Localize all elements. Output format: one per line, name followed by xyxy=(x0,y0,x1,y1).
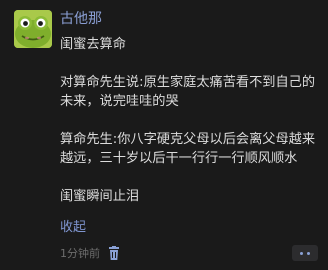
trash-icon[interactable] xyxy=(107,246,121,261)
post-footer: 1分钟前 xyxy=(60,245,322,265)
moment-post: 古他那 闺蜜去算命 对算命先生说:原生家庭太痛苦看不到自己的未来，说完哇哇的哭 … xyxy=(0,0,328,270)
post-paragraph: 闺蜜去算命 xyxy=(60,37,126,52)
post-paragraph: 算命先生:你八字硬克父母以后会离父母越来越远，三十岁以后干一行行一行顺风顺水 xyxy=(60,132,316,166)
username[interactable]: 古他那 xyxy=(60,10,102,28)
more-dots-icon[interactable] xyxy=(292,245,318,261)
post-paragraph: 闺蜜瞬间止泪 xyxy=(60,189,140,204)
collapse-link[interactable]: 收起 xyxy=(60,219,86,237)
dot xyxy=(307,252,310,255)
avatar[interactable] xyxy=(14,10,52,48)
dot xyxy=(300,252,303,255)
post-time: 1分钟前 xyxy=(60,247,100,260)
post-text: 闺蜜去算命 对算命先生说:原生家庭太痛苦看不到自己的未来，说完哇哇的哭 算命先生… xyxy=(60,35,322,206)
post-paragraph: 对算命先生说:原生家庭太痛苦看不到自己的未来，说完哇哇的哭 xyxy=(60,75,316,109)
frog-avatar-icon xyxy=(14,10,52,48)
